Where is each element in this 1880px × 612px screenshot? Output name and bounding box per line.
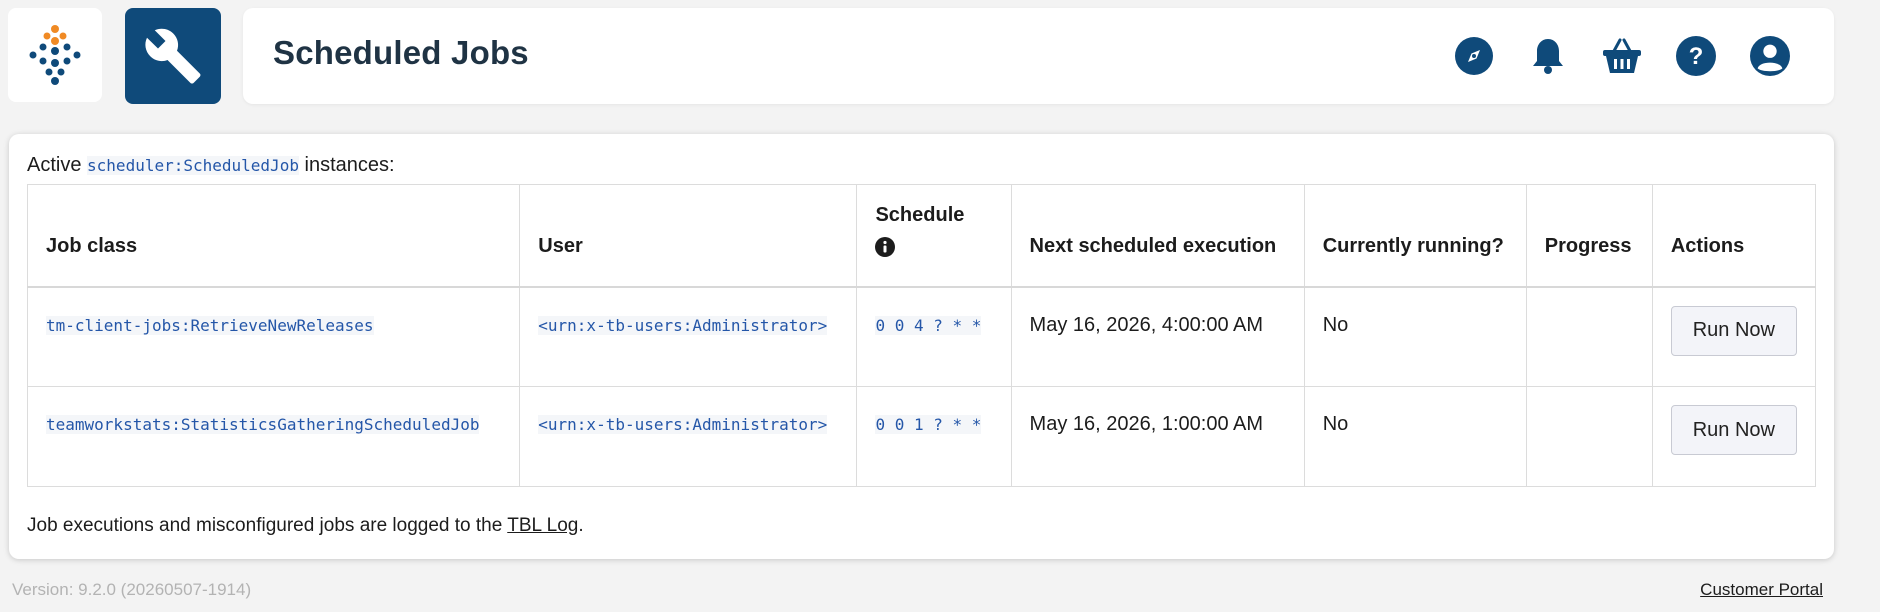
basket-icon[interactable] — [1602, 36, 1642, 76]
header-currently-running: Currently running? — [1303, 184, 1527, 288]
schedule-cell: 0 0 1 ? * * — [856, 386, 1012, 487]
user-cell: <urn:x-tb-users:Administrator> — [519, 386, 858, 487]
schedule-cell: 0 0 4 ? * * — [856, 286, 1012, 387]
progress-cell — [1525, 286, 1653, 387]
user-icon[interactable] — [1750, 36, 1790, 76]
version-label: Version: 9.2.0 (20260507-1914) — [12, 580, 252, 599]
job-class-cell: tm-client-jobs:RetrieveNewReleases — [26, 286, 521, 387]
user-link[interactable]: <urn:x-tb-users:Administrator> — [538, 315, 828, 335]
scheduled-job-class: scheduler:ScheduledJob — [87, 156, 299, 175]
customer-portal-link[interactable]: Customer Portal — [1700, 580, 1823, 600]
logo-icon — [29, 25, 81, 85]
header-next-execution: Next scheduled execution — [1010, 184, 1305, 288]
user-link[interactable]: <urn:x-tb-users:Administrator> — [538, 415, 828, 434]
job-class-cell: teamworkstats:StatisticsGatheringSchedul… — [26, 386, 521, 487]
page-title: Scheduled Jobs — [273, 34, 529, 71]
table-row: teamworkstats:StatisticsGatheringSchedul… — [26, 386, 1817, 487]
page-header: Scheduled Jobs ? — [243, 8, 1834, 104]
next-execution-cell: May 16, 2026, 4:00:00 AM — [1010, 286, 1305, 387]
header-toolbar: ? — [1454, 36, 1790, 76]
running-cell: No — [1303, 286, 1527, 387]
app-logo[interactable] — [8, 8, 102, 102]
info-icon[interactable] — [875, 237, 896, 258]
header-schedule: Schedule — [856, 184, 1012, 288]
tbl-log-link[interactable]: TBL Log — [507, 515, 578, 536]
header-progress: Progress — [1525, 184, 1653, 288]
header-user: User — [519, 184, 858, 288]
running-cell: No — [1303, 386, 1527, 487]
table-row: tm-client-jobs:RetrieveNewReleases <urn:… — [26, 286, 1817, 387]
user-cell: <urn:x-tb-users:Administrator> — [519, 286, 858, 387]
actions-cell: Run Now — [1651, 386, 1817, 487]
run-now-button[interactable]: Run Now — [1670, 405, 1797, 455]
next-execution-cell: May 16, 2026, 1:00:00 AM — [1010, 386, 1305, 487]
header-actions: Actions — [1651, 184, 1817, 288]
svg-text:?: ? — [1689, 43, 1704, 70]
cron-expression: 0 0 4 ? * * — [875, 315, 982, 335]
header-job-class: Job class — [26, 184, 521, 288]
log-note: Job executions and misconfigured jobs ar… — [27, 515, 584, 536]
run-now-button[interactable]: Run Now — [1670, 305, 1797, 356]
intro-text: Active scheduler:ScheduledJob instances: — [27, 154, 395, 176]
scheduled-jobs-card: Active scheduler:ScheduledJob instances:… — [9, 134, 1834, 559]
admin-tools-tile[interactable] — [125, 8, 221, 104]
wrench-icon — [145, 28, 201, 84]
job-class-link[interactable]: tm-client-jobs:RetrieveNewReleases — [46, 315, 374, 335]
actions-cell: Run Now — [1651, 286, 1817, 387]
progress-cell — [1525, 386, 1653, 487]
cron-expression: 0 0 1 ? * * — [875, 415, 982, 434]
bell-icon[interactable] — [1528, 36, 1568, 76]
scheduled-jobs-table: Job class User Schedule Next scheduled e… — [26, 184, 1817, 487]
compass-icon[interactable] — [1454, 36, 1494, 76]
job-class-link[interactable]: teamworkstats:StatisticsGatheringSchedul… — [46, 415, 480, 434]
help-icon[interactable]: ? — [1676, 36, 1716, 76]
table-header-row: Job class User Schedule Next scheduled e… — [26, 184, 1817, 288]
